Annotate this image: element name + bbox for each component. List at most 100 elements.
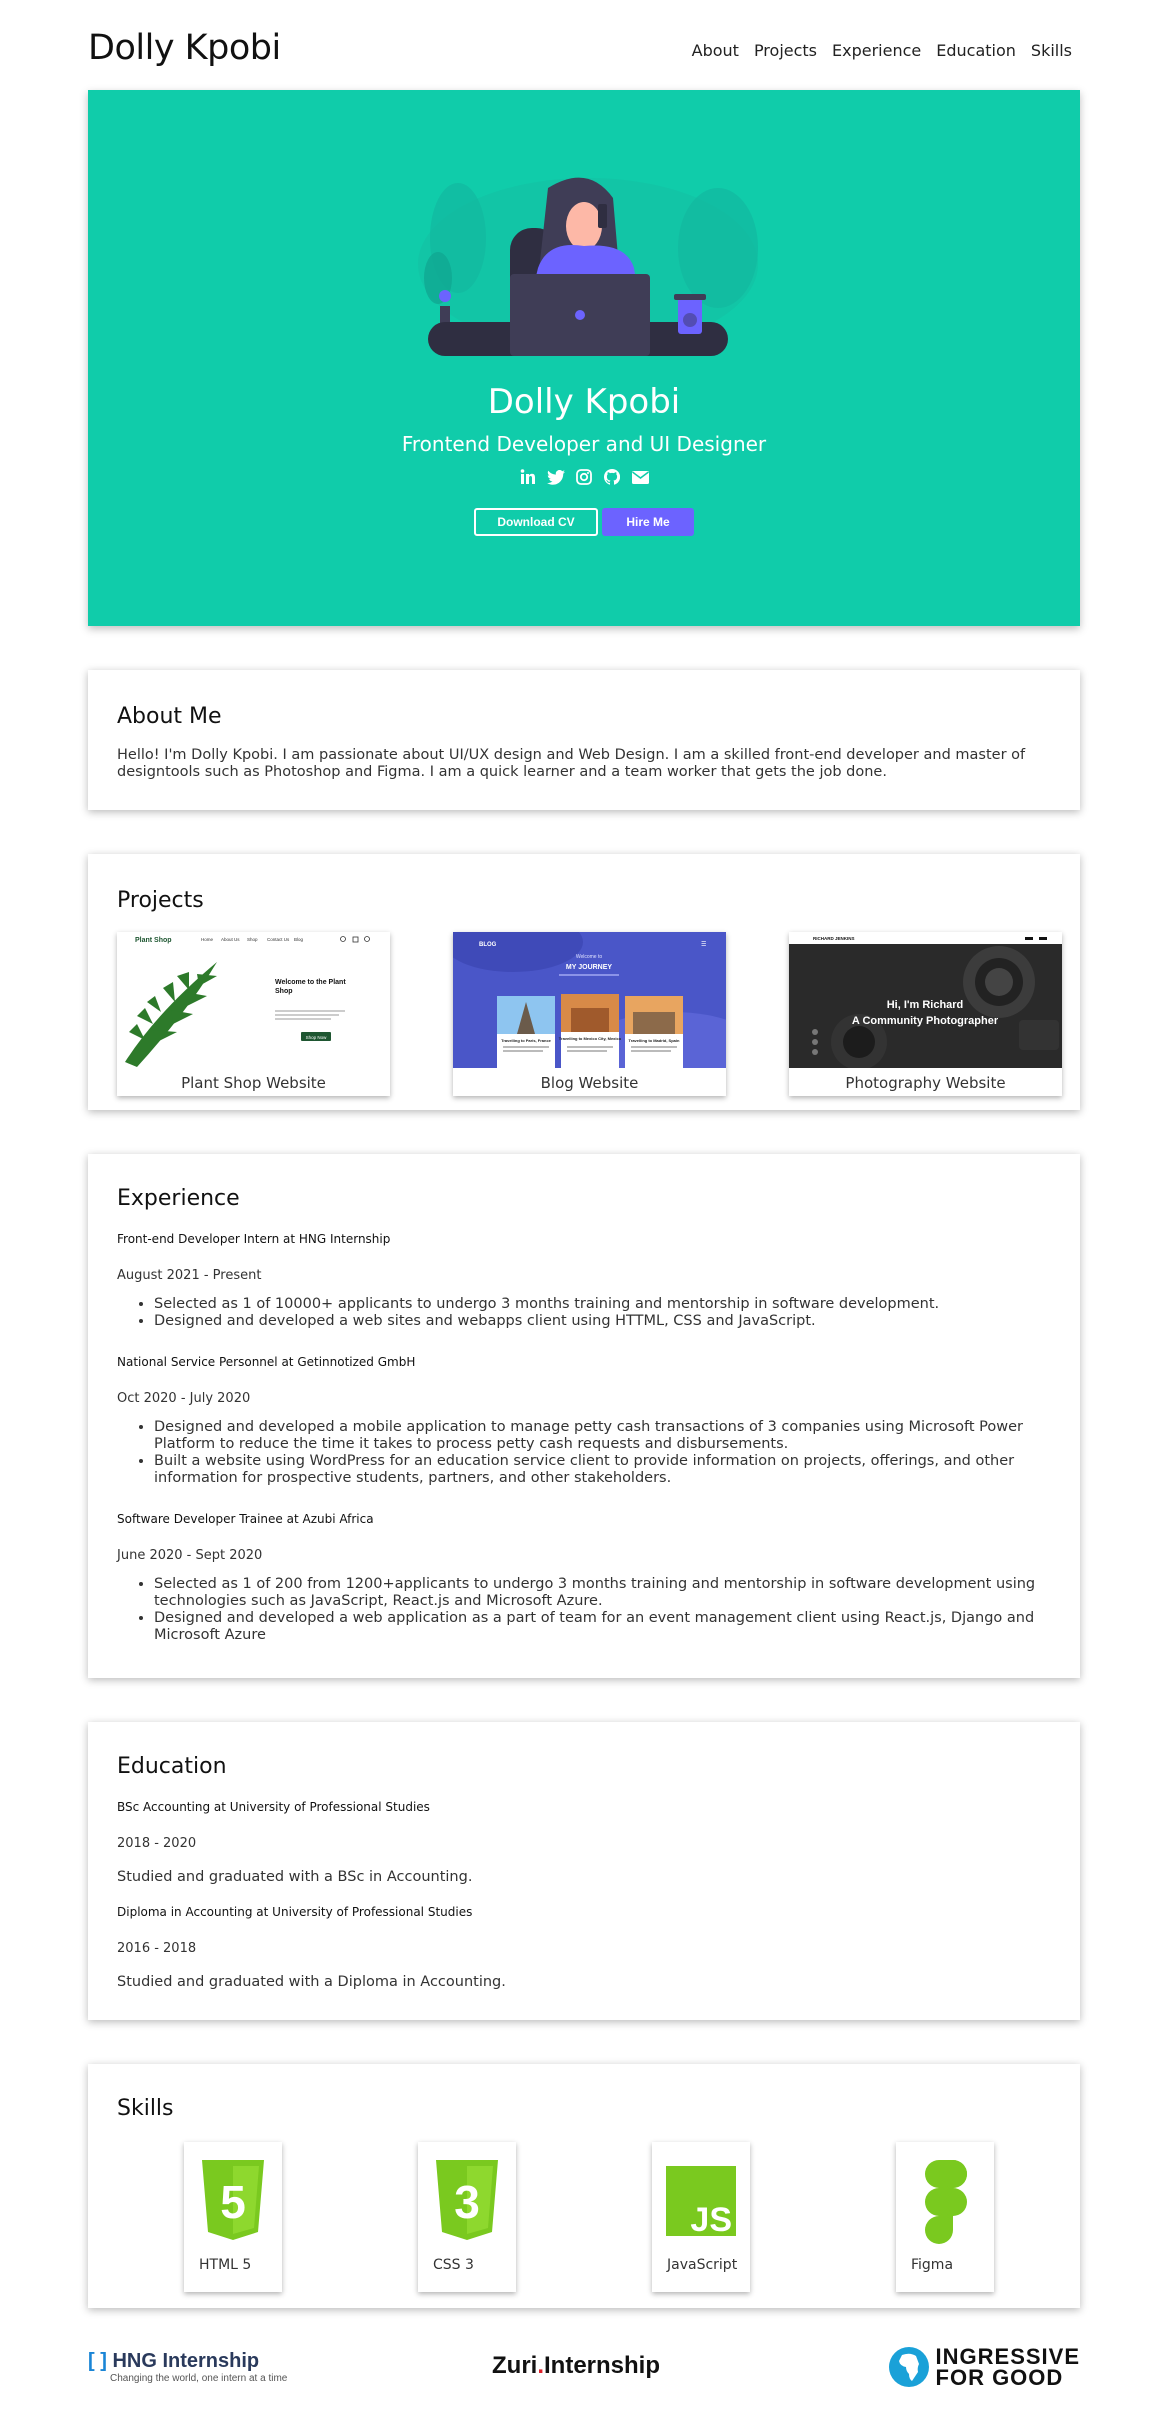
- thumb-photo-logo: RICHARD JENKINS: [813, 936, 855, 941]
- experience-bullets: Designed and developed a mobile applicat…: [117, 1419, 1047, 1487]
- zuri-name-end: Internship: [544, 2352, 661, 2379]
- project-card-blog[interactable]: BLOG ☰ Welcome to MY JOURNEY Travelling …: [453, 932, 726, 1096]
- thumb-blog-post-3: Travelling to Madrid, Spain: [629, 1038, 680, 1043]
- plant-shop-thumbnail: Plant Shop Home About Us Shop Contact Us…: [117, 932, 390, 1068]
- hero-actions: Download CV Hire Me: [88, 508, 1080, 536]
- experience-role: National Service Personnel at Getinnotiz…: [117, 1355, 416, 1369]
- thumb-blog-post-2: Travelling to Mexico City, Mexico: [559, 1036, 622, 1041]
- thumb-plant-nav-2: About Us: [221, 937, 240, 942]
- footer-sponsors: [ ] HNG Internship Changing the world, o…: [88, 2340, 1080, 2394]
- education-desc: Studied and graduated with a BSc in Acco…: [117, 1869, 473, 1885]
- project-caption: Blog Website: [540, 1074, 639, 1092]
- svg-text:3: 3: [454, 2176, 480, 2228]
- experience-bullet: Designed and developed a web application…: [154, 1610, 1047, 1644]
- experience-section: Experience Front-end Developer Intern at…: [88, 1154, 1080, 1678]
- experience-bullet: Selected as 1 of 10000+ applicants to un…: [154, 1296, 1047, 1313]
- about-title: About Me: [117, 704, 222, 729]
- thumb-blog-heading: MY JOURNEY: [566, 964, 612, 971]
- hire-me-button[interactable]: Hire Me: [602, 508, 694, 536]
- hng-tagline: Changing the world, one intern at a time: [110, 2373, 288, 2384]
- svg-text:☰: ☰: [701, 941, 706, 948]
- education-desc: Studied and graduated with a Diploma in …: [117, 1974, 506, 1990]
- skill-card-css3: 3 CSS 3: [418, 2142, 516, 2292]
- education-degree: BSc Accounting at University of Professi…: [117, 1800, 430, 1814]
- html5-icon: 5: [202, 2160, 264, 2240]
- project-caption: Plant Shop Website: [181, 1074, 326, 1092]
- thumb-blog-subtitle: Welcome to: [576, 954, 603, 960]
- nav-about[interactable]: About: [692, 41, 739, 60]
- github-icon[interactable]: [603, 468, 621, 486]
- skill-label: CSS 3: [433, 2257, 474, 2273]
- envelope-icon[interactable]: [631, 468, 649, 486]
- thumb-photo-heading: A Community Photographer: [852, 1015, 999, 1027]
- thumb-blog-logo: BLOG: [479, 942, 497, 948]
- zuri-logo[interactable]: Zuri.Internship: [492, 2352, 660, 2380]
- education-item: Diploma in Accounting at University of P…: [117, 1905, 1047, 1990]
- skill-card-html5: 5 HTML 5: [184, 2142, 282, 2292]
- projects-title: Projects: [117, 888, 204, 913]
- about-text: Hello! I'm Dolly Kpobi. I am passionate …: [117, 747, 1026, 780]
- education-degree: Diploma in Accounting at University of P…: [117, 1905, 473, 1919]
- download-cv-button[interactable]: Download CV: [474, 508, 598, 536]
- brand-name[interactable]: Dolly Kpobi: [88, 28, 281, 68]
- developer-illustration: [418, 177, 758, 356]
- experience-bullet: Built a website using WordPress for an e…: [154, 1453, 1047, 1487]
- ingressive-for-good-logo[interactable]: INGRESSIVE FOR GOOD: [888, 2344, 1080, 2390]
- experience-date: August 2021 - Present: [117, 1268, 262, 1283]
- education-item: BSc Accounting at University of Professi…: [117, 1800, 1047, 1885]
- skill-label: HTML 5: [199, 2257, 252, 2273]
- instagram-icon[interactable]: [575, 468, 593, 486]
- experience-date: Oct 2020 - July 2020: [117, 1391, 251, 1406]
- experience-item: Front-end Developer Intern at HNG Intern…: [117, 1232, 1047, 1330]
- project-card-photography[interactable]: RICHARD JENKINS Hi, I'm Richard A Commun…: [789, 932, 1062, 1096]
- education-title: Education: [117, 1754, 227, 1779]
- i4g-line2: FOR GOOD: [935, 2365, 1064, 2390]
- experience-date: June 2020 - Sept 2020: [117, 1548, 263, 1563]
- projects-section: Projects Plant Shop Home About Us Shop C…: [88, 854, 1080, 1110]
- experience-bullet: Selected as 1 of 200 from 1200+applicant…: [154, 1576, 1047, 1610]
- photography-thumbnail: RICHARD JENKINS Hi, I'm Richard A Commun…: [789, 932, 1062, 1068]
- hng-logo[interactable]: [ ] HNG Internship Changing the world, o…: [88, 2350, 287, 2384]
- experience-bullet: Designed and developed a web sites and w…: [154, 1313, 1047, 1330]
- twitter-icon[interactable]: [547, 468, 565, 486]
- experience-role: Front-end Developer Intern at HNG Intern…: [117, 1232, 391, 1246]
- skill-card-figma: Figma: [896, 2142, 994, 2292]
- thumb-plant-nav-4: Contact Us: [267, 937, 290, 942]
- experience-item: Software Developer Trainee at Azubi Afri…: [117, 1512, 1047, 1644]
- experience-bullets: Selected as 1 of 10000+ applicants to un…: [117, 1296, 1047, 1330]
- experience-item: National Service Personnel at Getinnotiz…: [117, 1355, 1047, 1487]
- education-section: Education BSc Accounting at University o…: [88, 1722, 1080, 2020]
- education-date: 2016 - 2018: [117, 1941, 197, 1956]
- nav-education[interactable]: Education: [936, 41, 1016, 60]
- nav-experience[interactable]: Experience: [832, 41, 921, 60]
- skill-label: Figma: [911, 2257, 954, 2273]
- thumb-plant-logo: Plant Shop: [135, 937, 172, 944]
- africa-globe-icon: [888, 2347, 929, 2387]
- thumb-plant-nav-1: Home: [201, 937, 214, 942]
- svg-text:5: 5: [220, 2176, 246, 2228]
- experience-title: Experience: [117, 1186, 240, 1211]
- nav-projects[interactable]: Projects: [754, 41, 817, 60]
- project-card-plant-shop[interactable]: Plant Shop Home About Us Shop Contact Us…: [117, 932, 390, 1096]
- zuri-name-start: Zuri: [492, 2352, 538, 2379]
- i4g-line1: INGRESSIVE: [935, 2344, 1080, 2369]
- skill-card-javascript: JS JavaScript: [652, 2142, 750, 2292]
- zuri-dot: .: [537, 2352, 544, 2379]
- main-nav: About Projects Experience Education Skil…: [692, 41, 1072, 60]
- nav-skills[interactable]: Skills: [1031, 41, 1072, 60]
- figma-icon: [925, 2160, 967, 2244]
- skills-section: Skills 5 HTML 5 3 CSS 3 JS JavaScript Fi…: [88, 2064, 1080, 2308]
- svg-text:JS: JS: [690, 2201, 732, 2239]
- thumb-blog-post-1: Travelling to Paris, France: [501, 1038, 552, 1043]
- skills-title: Skills: [117, 2096, 174, 2121]
- experience-role: Software Developer Trainee at Azubi Afri…: [117, 1512, 374, 1526]
- site-header: Dolly Kpobi About Projects Experience Ed…: [88, 26, 1080, 76]
- skill-label: JavaScript: [667, 2257, 738, 2273]
- thumb-plant-heading: Welcome to the Plant Shop: [275, 979, 346, 995]
- thumb-plant-button: Shop Now: [306, 1035, 328, 1040]
- hero-role: Frontend Developer and UI Designer: [401, 432, 767, 456]
- thumb-plant-nav-3: Shop: [247, 937, 258, 942]
- education-date: 2018 - 2020: [117, 1836, 197, 1851]
- javascript-icon: JS: [666, 2166, 736, 2239]
- linkedin-icon[interactable]: [519, 468, 537, 486]
